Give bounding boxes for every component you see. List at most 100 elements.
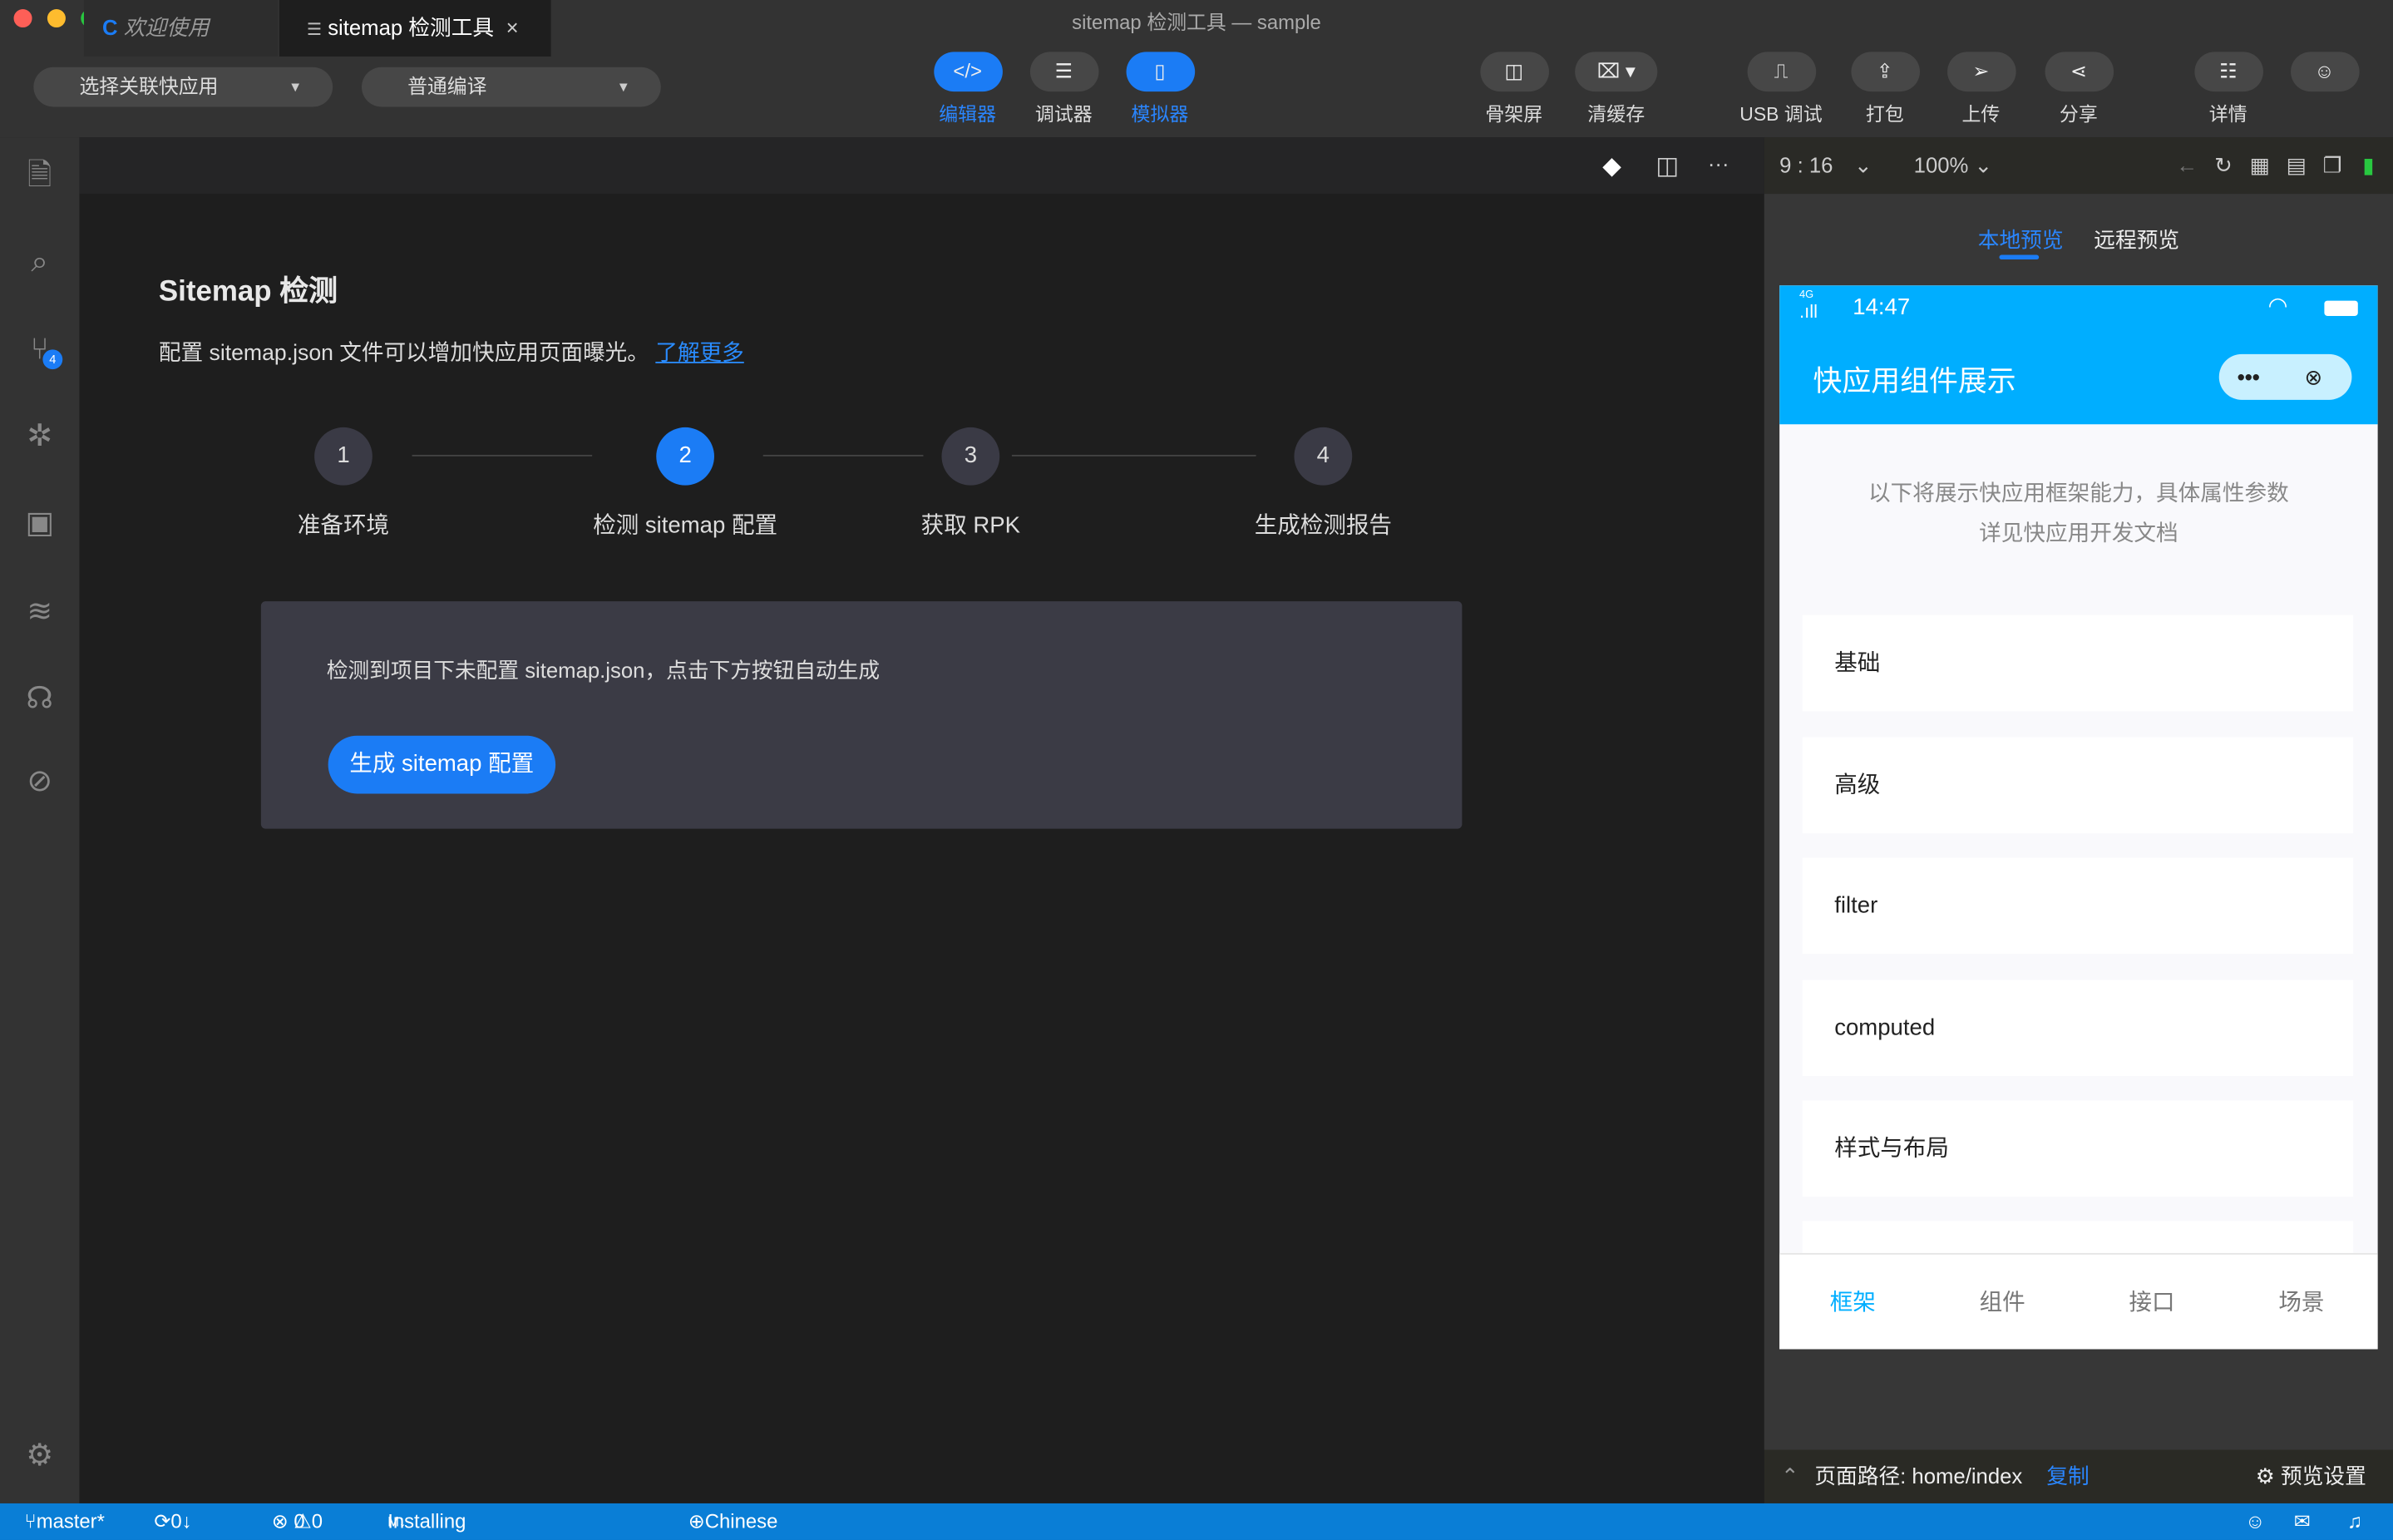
language-indicator[interactable]: ⊕ Chinese (Simplified) [688, 1503, 778, 1540]
tab-interfaces[interactable]: 接口 [2129, 1255, 2174, 1350]
qrcode-icon[interactable]: ▦ [2249, 137, 2269, 194]
step-connector [762, 454, 924, 457]
git-graph-icon[interactable]: ⊘ [18, 760, 61, 802]
package-button[interactable]: ⇪ 打包 [1836, 52, 1933, 126]
caret-down-icon: ▼ [616, 79, 631, 95]
usb-debug-button[interactable]: ⎍ USB 调试 [1732, 52, 1829, 126]
clear-cache-label: 清缓存 [1587, 103, 1645, 126]
details-button[interactable]: ☷ 详情 [2179, 52, 2277, 126]
settings-gear-icon[interactable]: ⚙ [18, 1434, 61, 1477]
compile-select-label: 普通编译 [407, 74, 487, 98]
intro-text: 以下将展示快应用框架能力，具体属性参数 详见快应用开发文档 [1868, 482, 2289, 547]
explorer-icon[interactable]: 🗎 [18, 154, 61, 196]
list-item[interactable]: filter [1802, 857, 2354, 955]
copy-icon[interactable]: ❐ [2323, 137, 2342, 194]
tab-scenes[interactable]: 场景 [2278, 1255, 2324, 1350]
step-3-indicator: 3 [941, 427, 1000, 486]
source-control-icon[interactable]: ⑂ 4 [18, 328, 63, 371]
problems-indicator[interactable]: ⊗ 0 ⚠ 0 [272, 1503, 323, 1540]
ratio-select[interactable]: 9 : 16 ⌄ [1779, 137, 1872, 194]
preview-settings-label: 预览设置 [2281, 1463, 2366, 1488]
chevron-down-icon: ⌄ [1974, 152, 1993, 177]
history-icon[interactable]: ▤ [2287, 137, 2307, 194]
editor-button[interactable]: </> 编辑器 [919, 52, 1016, 126]
search-icon[interactable]: ⌕ [18, 241, 61, 284]
badge: 4 [42, 349, 63, 370]
git-compare-icon[interactable]: ◆ [1602, 151, 1621, 182]
list-item[interactable]: 高级 [1802, 737, 2354, 834]
expand-up-icon[interactable]: ⌃ [1781, 1450, 1799, 1503]
notice-text: 检测到项目下未配置 sitemap.json，点击下方按钮自动生成 [326, 658, 881, 683]
copy-path-button[interactable]: 复制 [2046, 1450, 2089, 1503]
screen-icon[interactable]: ▣ [18, 502, 61, 545]
usb-debug-label: USB 调试 [1739, 103, 1823, 126]
upload-button[interactable]: ➢ 上传 [1932, 52, 2030, 126]
generate-sitemap-button[interactable]: 生成 sitemap 配置 [328, 735, 555, 794]
share-label: 分享 [2059, 103, 2098, 126]
tab-framework[interactable]: 框架 [1830, 1255, 1876, 1350]
compile-select[interactable]: 普通编译 ▼ [362, 67, 661, 107]
feedback-icon[interactable]: ☺ [2245, 1503, 2265, 1540]
step-2-label: 检测 sitemap 配置 [593, 512, 778, 539]
simulator-label: 模拟器 [1131, 103, 1189, 126]
zoom-value: 100% [1913, 152, 1969, 177]
split-editor-icon[interactable]: ◫ [1655, 151, 1679, 182]
notice-panel: 检测到项目下未配置 sitemap.json，点击下方按钮自动生成 生成 sit… [260, 601, 1463, 829]
details-label: 详情 [2208, 103, 2247, 126]
step-connector [412, 454, 593, 457]
app-title: 快应用组件展示 [1813, 366, 2016, 399]
preview-settings-button[interactable]: ⚙ 预览设置 [2256, 1450, 2366, 1503]
simulator-button[interactable]: ▯ 模拟器 [1111, 52, 1208, 126]
tab-remote-preview[interactable]: 远程预览 [2094, 225, 2179, 255]
preview-controls: 9 : 16 ⌄ 100% ⌄ ← ↻ ▦ ▤ ❐ ▮ [1764, 137, 2393, 195]
tab-sitemap[interactable]: ☰ sitemap 检测工具 × [279, 0, 551, 57]
signal-icon: .ıll [1799, 300, 1818, 323]
refresh-icon[interactable]: ↻ [2214, 137, 2233, 194]
debug-icon[interactable]: ✲ [18, 415, 61, 457]
tab-welcome-label: 欢迎使用 [123, 15, 210, 40]
clear-cache-button[interactable]: ⌧ ▾ 清缓存 [1567, 52, 1665, 126]
tab-components[interactable]: 组件 [1980, 1255, 2025, 1350]
list-item[interactable]: 基础 [1802, 615, 2354, 712]
chevron-down-icon: ⌄ [1853, 152, 1872, 177]
editor-label: 编辑器 [939, 103, 997, 126]
notification-bell-icon[interactable]: ♫ [2347, 1503, 2362, 1540]
step-1-indicator: 1 [314, 427, 373, 486]
phone-simulator: 4G .ıll 14:47 ◠ 快应用组件展示 ••• ⊗ 以下将展示快应用框架… [1779, 285, 2378, 1350]
more-icon[interactable]: ••• [2238, 354, 2260, 400]
tab-local-preview[interactable]: 本地预览 [1978, 225, 2064, 255]
tab-bar [79, 137, 1764, 195]
more-actions-icon[interactable]: ··· [1708, 151, 1729, 175]
debugger-button[interactable]: ☰ 调试器 [1015, 52, 1113, 126]
step-4-label: 生成检测报告 [1254, 512, 1392, 539]
zoom-select[interactable]: 100% ⌄ [1914, 137, 1992, 194]
list-item[interactable]: 样式与布局 [1802, 1100, 2354, 1197]
sync-indicator[interactable]: ⟳ 0↓ 1↑ [154, 1503, 191, 1540]
share-icon: ⋖ [2044, 52, 2114, 92]
mail-icon[interactable]: ✉ [2294, 1503, 2311, 1540]
page-description: 配置 sitemap.json 文件可以增加快应用页面曝光。 了解更多 [158, 342, 744, 367]
back-icon[interactable]: ← [2176, 137, 2198, 194]
layers-icon[interactable]: ≋ [18, 590, 61, 633]
close-tab-icon[interactable]: × [506, 15, 519, 39]
capsule-menu: ••• ⊗ [2218, 353, 2352, 400]
package-icon: ⇪ [1850, 52, 1920, 92]
tab-welcome[interactable]: C 欢迎使用 [83, 0, 279, 57]
branch-indicator[interactable]: ⑂ master* [24, 1503, 105, 1540]
share-button[interactable]: ⋖ 分享 [2030, 52, 2127, 126]
app-select[interactable]: 选择关联快应用 ▼ [33, 67, 333, 107]
skeleton-button[interactable]: ◫ 骨架屏 [1465, 52, 1562, 126]
learn-more-link[interactable]: 了解更多 [655, 342, 743, 366]
step-connector [1011, 454, 1256, 457]
page-path: 页面路径: home/index [1814, 1463, 2023, 1488]
list-item[interactable]: computed [1802, 980, 2354, 1076]
account-button[interactable]: ☺ [2276, 52, 2373, 92]
active-tab-indicator [1999, 254, 2040, 260]
ratio-value: 9 : 16 [1779, 152, 1833, 177]
package-label: 打包 [1865, 103, 1904, 126]
close-circle-icon[interactable]: ⊗ [2305, 354, 2323, 400]
device-connected-icon[interactable]: ▮ [2362, 137, 2374, 194]
bottom-tab-bar: 框架 组件 接口 场景 [1779, 1252, 2378, 1350]
support-icon[interactable]: ☊ [18, 678, 61, 720]
skeleton-label: 骨架屏 [1485, 103, 1543, 126]
